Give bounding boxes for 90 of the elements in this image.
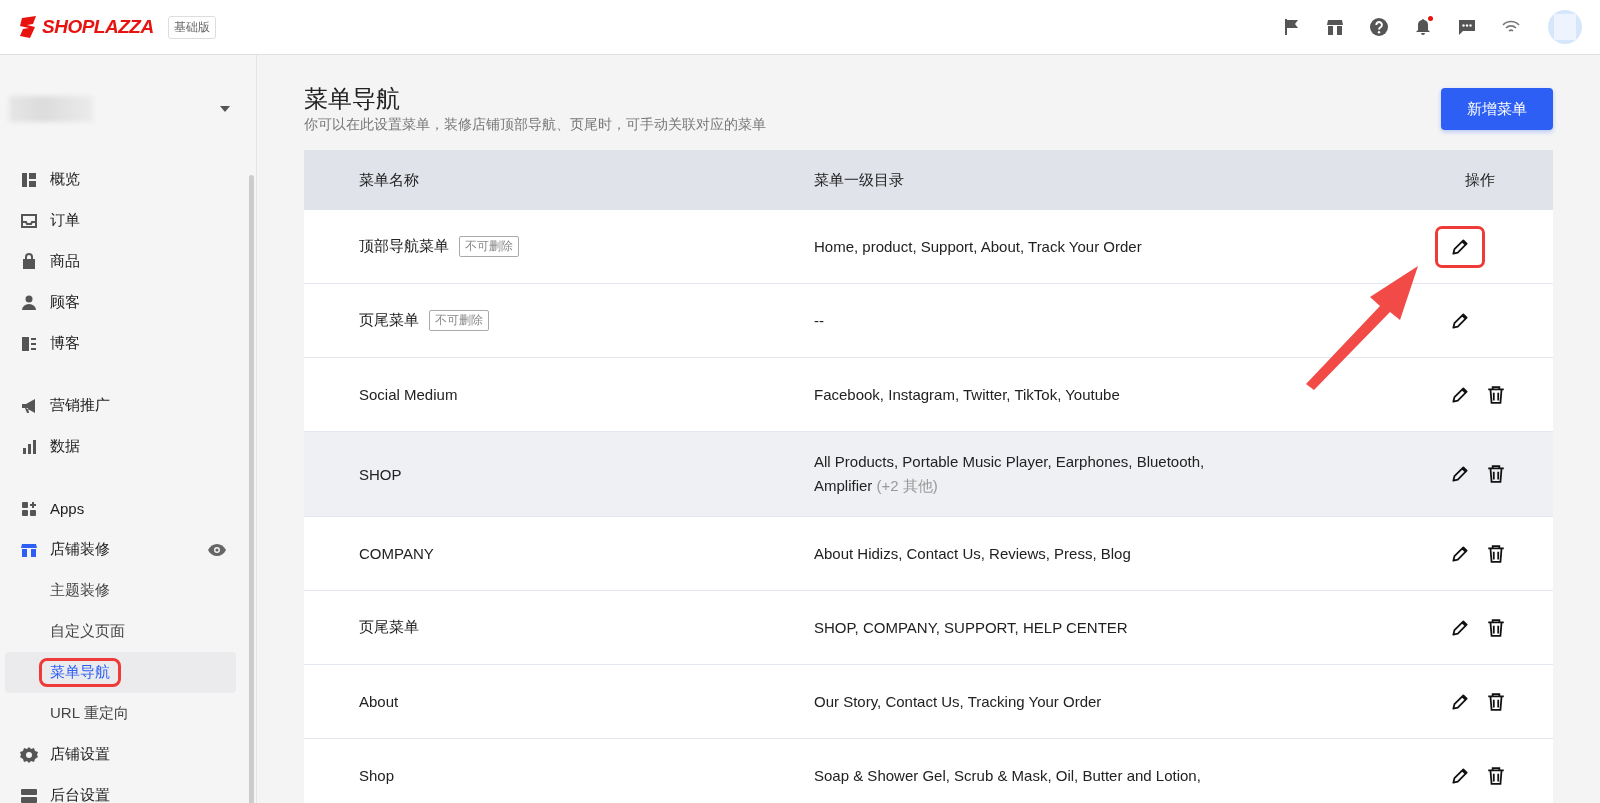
column-header: 菜单名称 xyxy=(358,170,420,190)
avatar-icon xyxy=(1554,14,1576,40)
menu-items-text: Home, product, Support, About, Track Your Order xyxy=(814,236,1143,257)
dashboard-icon xyxy=(20,170,38,189)
server-icon xyxy=(20,786,38,803)
delete-button[interactable] xyxy=(1485,764,1507,787)
menu-name: Shop xyxy=(359,767,395,784)
nav-item[interactable]: 后台设置 xyxy=(5,775,236,803)
bag-icon xyxy=(20,252,38,271)
menu-items-text: -- xyxy=(814,310,825,331)
megaphone-icon xyxy=(20,396,38,415)
flag-icon[interactable] xyxy=(1284,18,1300,36)
nav-item[interactable]: 店铺装修 xyxy=(5,529,236,570)
menu-items-text: Soap & Shower Gel, Scrub & Mask, Oil, Butter and Lotion, xyxy=(814,765,1202,786)
pencil-icon xyxy=(1450,236,1470,257)
settings-icon xyxy=(20,745,38,764)
help-icon[interactable] xyxy=(1370,18,1388,36)
menu-name: COMPANY xyxy=(359,545,434,562)
menu-items-text: About Hidizs, Contact Us, Reviews, Press, Blog xyxy=(814,543,1132,564)
bar-chart-icon xyxy=(20,437,38,456)
edit-button[interactable] xyxy=(1449,463,1471,485)
menu-items-text: All Products, Portable Music Player, Earphones, Bluetooth, Amplifier (+2 其他) xyxy=(814,452,1206,496)
nav-item[interactable]: 顾客 xyxy=(5,282,236,323)
scrollbar[interactable] xyxy=(249,175,254,803)
menu-items-text: Our Story, Contact Us, Tracking Your Order xyxy=(814,691,1103,712)
nav-item[interactable]: 概览 xyxy=(5,159,236,200)
nav-subitem[interactable]: 主题装修 xyxy=(5,570,236,611)
eye-icon[interactable] xyxy=(208,543,226,556)
trash-icon xyxy=(1486,617,1506,638)
menu-name: 顶部导航菜单 xyxy=(359,237,449,256)
caret-icon[interactable] xyxy=(220,106,230,112)
nav-item[interactable]: Apps xyxy=(5,488,236,529)
trash-icon xyxy=(1486,543,1506,564)
tag: 不可删除 xyxy=(459,236,519,257)
nav-item[interactable]: 营销推广 xyxy=(5,385,236,426)
trash-icon xyxy=(1486,384,1506,405)
nav-item[interactable]: 数据 xyxy=(5,426,236,467)
menu-name: Social Medium xyxy=(359,386,458,403)
menu-name: About xyxy=(359,693,399,710)
page-title: 菜单导航 xyxy=(304,84,401,114)
column-header: 操作 xyxy=(1464,170,1496,190)
brand-logo[interactable]: SHOPLAZZA xyxy=(42,16,154,38)
nav-subitem[interactable]: URL 重定向 xyxy=(5,693,236,734)
pencil-icon xyxy=(1450,310,1470,331)
trash-icon xyxy=(1486,765,1506,786)
delete-button[interactable] xyxy=(1485,616,1507,639)
pencil-icon xyxy=(1450,464,1470,484)
pencil-icon xyxy=(1450,765,1470,786)
person-icon xyxy=(20,293,38,312)
apps-icon xyxy=(20,499,38,518)
nav-item[interactable]: 店铺设置 xyxy=(5,734,236,775)
trash-icon xyxy=(1486,464,1506,484)
bell-icon[interactable] xyxy=(1414,18,1432,36)
table-row[interactable]: About Our Story, Contact Us, Tracking Your Order xyxy=(304,665,1553,739)
nav-item[interactable]: 商品 xyxy=(5,241,236,282)
nav-subitem[interactable]: 自定义页面 xyxy=(5,611,236,652)
page-subtitle: 你可以在此设置菜单，装修店铺顶部导航、页尾时，可手动关联对应的菜单 xyxy=(304,116,766,134)
pencil-icon xyxy=(1450,617,1470,638)
table-row[interactable]: SHOP All Products, Portable Music Player, Earphones, Bluetooth, Amplifier (+2 其他) xyxy=(304,432,1553,517)
logo-icon xyxy=(18,16,38,38)
edit-button[interactable] xyxy=(1438,228,1482,265)
menu-items-text: Facebook, Instagram, Twitter, TikTok, Youtube xyxy=(814,384,1121,405)
storefront-icon[interactable] xyxy=(1326,18,1344,36)
pencil-icon xyxy=(1450,691,1470,712)
plan-badge: 基础版 xyxy=(167,15,216,39)
delete-button[interactable] xyxy=(1485,383,1507,406)
nav-item[interactable]: 订单 xyxy=(5,200,236,241)
add-menu-button[interactable]: 新增菜单 xyxy=(1441,88,1553,130)
menu-name: 页尾菜单 xyxy=(359,618,419,637)
delete-button[interactable] xyxy=(1485,542,1507,565)
tag: 不可删除 xyxy=(429,310,489,331)
trash-icon xyxy=(1486,691,1506,712)
nav-item[interactable]: 博客 xyxy=(5,323,236,364)
inbox-icon xyxy=(20,211,38,230)
column-header: 菜单一级目录 xyxy=(814,170,905,190)
delete-button[interactable] xyxy=(1485,463,1507,485)
table-row[interactable]: 页尾菜单 SHOP, COMPANY, SUPPORT, HELP CENTER xyxy=(304,591,1553,665)
menu-items-text: SHOP, COMPANY, SUPPORT, HELP CENTER xyxy=(814,617,1129,638)
table-row[interactable]: 顶部导航菜单 不可删除 Home, product, Support, About, Track Your Order xyxy=(304,210,1553,284)
delete-button[interactable] xyxy=(1485,690,1507,713)
table-row[interactable]: Shop Soap & Shower Gel, Scrub & Mask, Oil, Butter and Lotion, xyxy=(304,739,1553,803)
chat-icon[interactable] xyxy=(1458,18,1476,36)
menu-name: 页尾菜单 xyxy=(359,311,419,330)
pencil-icon xyxy=(1450,543,1470,564)
document-icon xyxy=(20,334,38,353)
pencil-icon xyxy=(1450,384,1470,405)
nav-subitem[interactable]: 菜单导航 xyxy=(5,652,236,693)
wifi-icon[interactable] xyxy=(1502,20,1520,34)
menu-name: SHOP xyxy=(359,465,402,483)
table-row[interactable]: COMPANY About Hidizs, Contact Us, Reviews, Press, Blog xyxy=(304,517,1553,591)
